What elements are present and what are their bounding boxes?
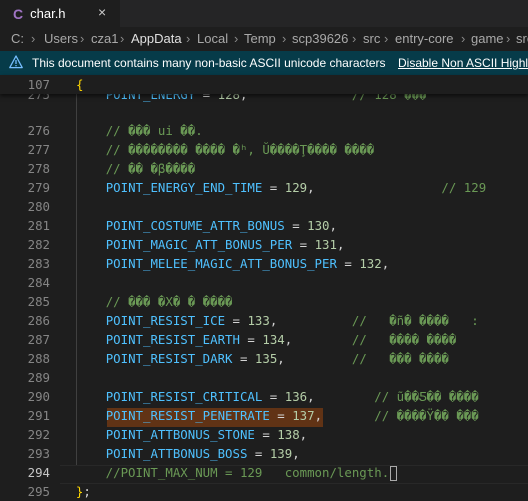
code-line: //POINT_MAX_NUM = 129 common/length.: [46, 463, 398, 482]
line-number: 278: [27, 161, 50, 176]
text-cursor: [390, 466, 398, 481]
code-line: };: [46, 484, 91, 499]
line-number: 281: [27, 218, 50, 233]
tab-char-h[interactable]: C char.h ×: [0, 0, 120, 27]
breadcrumb-item[interactable]: entry-core: [395, 31, 454, 46]
line-number: 284: [27, 275, 50, 290]
chevron-right-icon: ›: [120, 31, 125, 46]
line-number: 276: [27, 123, 50, 138]
code-line: // ��� �X� � ����: [105, 294, 233, 309]
line-number: 289: [27, 370, 50, 385]
chevron-right-icon: ›: [31, 31, 36, 46]
line-number: 288: [27, 351, 50, 366]
breadcrumb-item[interactable]: scp39626: [292, 31, 348, 46]
code-line: POINT_RESIST_DARK = 135, // ��� ����: [105, 351, 449, 366]
code-line: POINT_ATTBONUS_STONE = 138,: [105, 427, 308, 442]
code-line: POINT_MAGIC_ATT_BONUS_PER = 131,: [105, 237, 345, 252]
line-number: 280: [27, 199, 50, 214]
breadcrumb-item[interactable]: game: [471, 31, 504, 46]
code-line: POINT_RESIST_ICE = 133, // �ñ� ���� :: [105, 313, 479, 328]
chevron-right-icon: ›: [186, 31, 191, 46]
open-brace: {: [76, 77, 84, 92]
chevron-right-icon: ›: [352, 31, 357, 46]
code-editor[interactable]: 107 { 275 POINT_ENERGY = 128, // 128 ���…: [0, 75, 528, 501]
chevron-right-icon: ›: [461, 31, 466, 46]
line-number: 277: [27, 142, 50, 157]
code-line: POINT_ATTBONUS_BOSS = 139,: [105, 446, 300, 461]
breadcrumb-item[interactable]: Temp: [244, 31, 276, 46]
disable-highlight-link[interactable]: Disable Non ASCII Highlight: [398, 56, 528, 70]
line-number: 293: [27, 446, 50, 461]
code-line: POINT_ENERGY_END_TIME = 129, // 129: [105, 180, 487, 195]
tab-label: char.h: [30, 6, 66, 21]
breadcrumb-item[interactable]: C:: [11, 31, 24, 46]
chevron-right-icon: ›: [384, 31, 389, 46]
breadcrumb: C: › Users › cza1 › AppData › Local › Te…: [0, 27, 528, 51]
code-line: // �������� ���� �ʰ, Ŭ����Ţ���� ����: [105, 142, 375, 157]
sticky-scroll-header[interactable]: 107 {: [0, 75, 528, 94]
breadcrumb-item[interactable]: src: [516, 31, 528, 46]
line-number: 287: [27, 332, 50, 347]
chevron-right-icon: ›: [506, 31, 511, 46]
code-line: // ��� ui ��.: [105, 123, 203, 138]
line-number: 285: [27, 294, 50, 309]
line-number: 279: [27, 180, 50, 195]
tab-bar: C char.h ×: [0, 0, 528, 27]
code-line: POINT_RESIST_CRITICAL = 136, // ũ��Ƽ�� �…: [105, 389, 479, 404]
breadcrumb-item[interactable]: AppData: [131, 31, 182, 46]
line-number: 282: [27, 237, 50, 252]
breadcrumb-item[interactable]: cza1: [91, 31, 118, 46]
line-number: 291: [27, 408, 50, 423]
line-number: 107: [27, 77, 50, 92]
code-line: POINT_RESIST_EARTH = 134, // ���� ����: [105, 332, 457, 347]
chevron-right-icon: ›: [234, 31, 239, 46]
code-line: // �� �β����: [105, 161, 196, 176]
breadcrumb-item[interactable]: src: [363, 31, 380, 46]
code-line: POINT_COSTUME_ATTR_BONUS = 130,: [105, 218, 337, 233]
line-number: 286: [27, 313, 50, 328]
code-line: POINT_RESIST_PENETRATE = 137, // ����Ÿ��…: [105, 408, 479, 423]
warning-icon: [9, 55, 23, 69]
line-number: 283: [27, 256, 50, 271]
chevron-right-icon: ›: [282, 31, 287, 46]
chevron-right-icon: ›: [80, 31, 85, 46]
code-line: POINT_MELEE_MAGIC_ATT_BONUS_PER = 132,: [105, 256, 390, 271]
breadcrumb-item[interactable]: Users: [44, 31, 78, 46]
close-icon[interactable]: ×: [98, 4, 106, 20]
line-number: 294: [27, 465, 50, 480]
line-number: 290: [27, 389, 50, 404]
banner-message: This document contains many non-basic AS…: [32, 56, 386, 70]
line-number: 292: [27, 427, 50, 442]
c-file-icon: C: [13, 5, 24, 22]
unicode-warning-banner: This document contains many non-basic AS…: [0, 51, 528, 75]
breadcrumb-item[interactable]: Local: [197, 31, 228, 46]
line-number: 295: [27, 484, 50, 499]
